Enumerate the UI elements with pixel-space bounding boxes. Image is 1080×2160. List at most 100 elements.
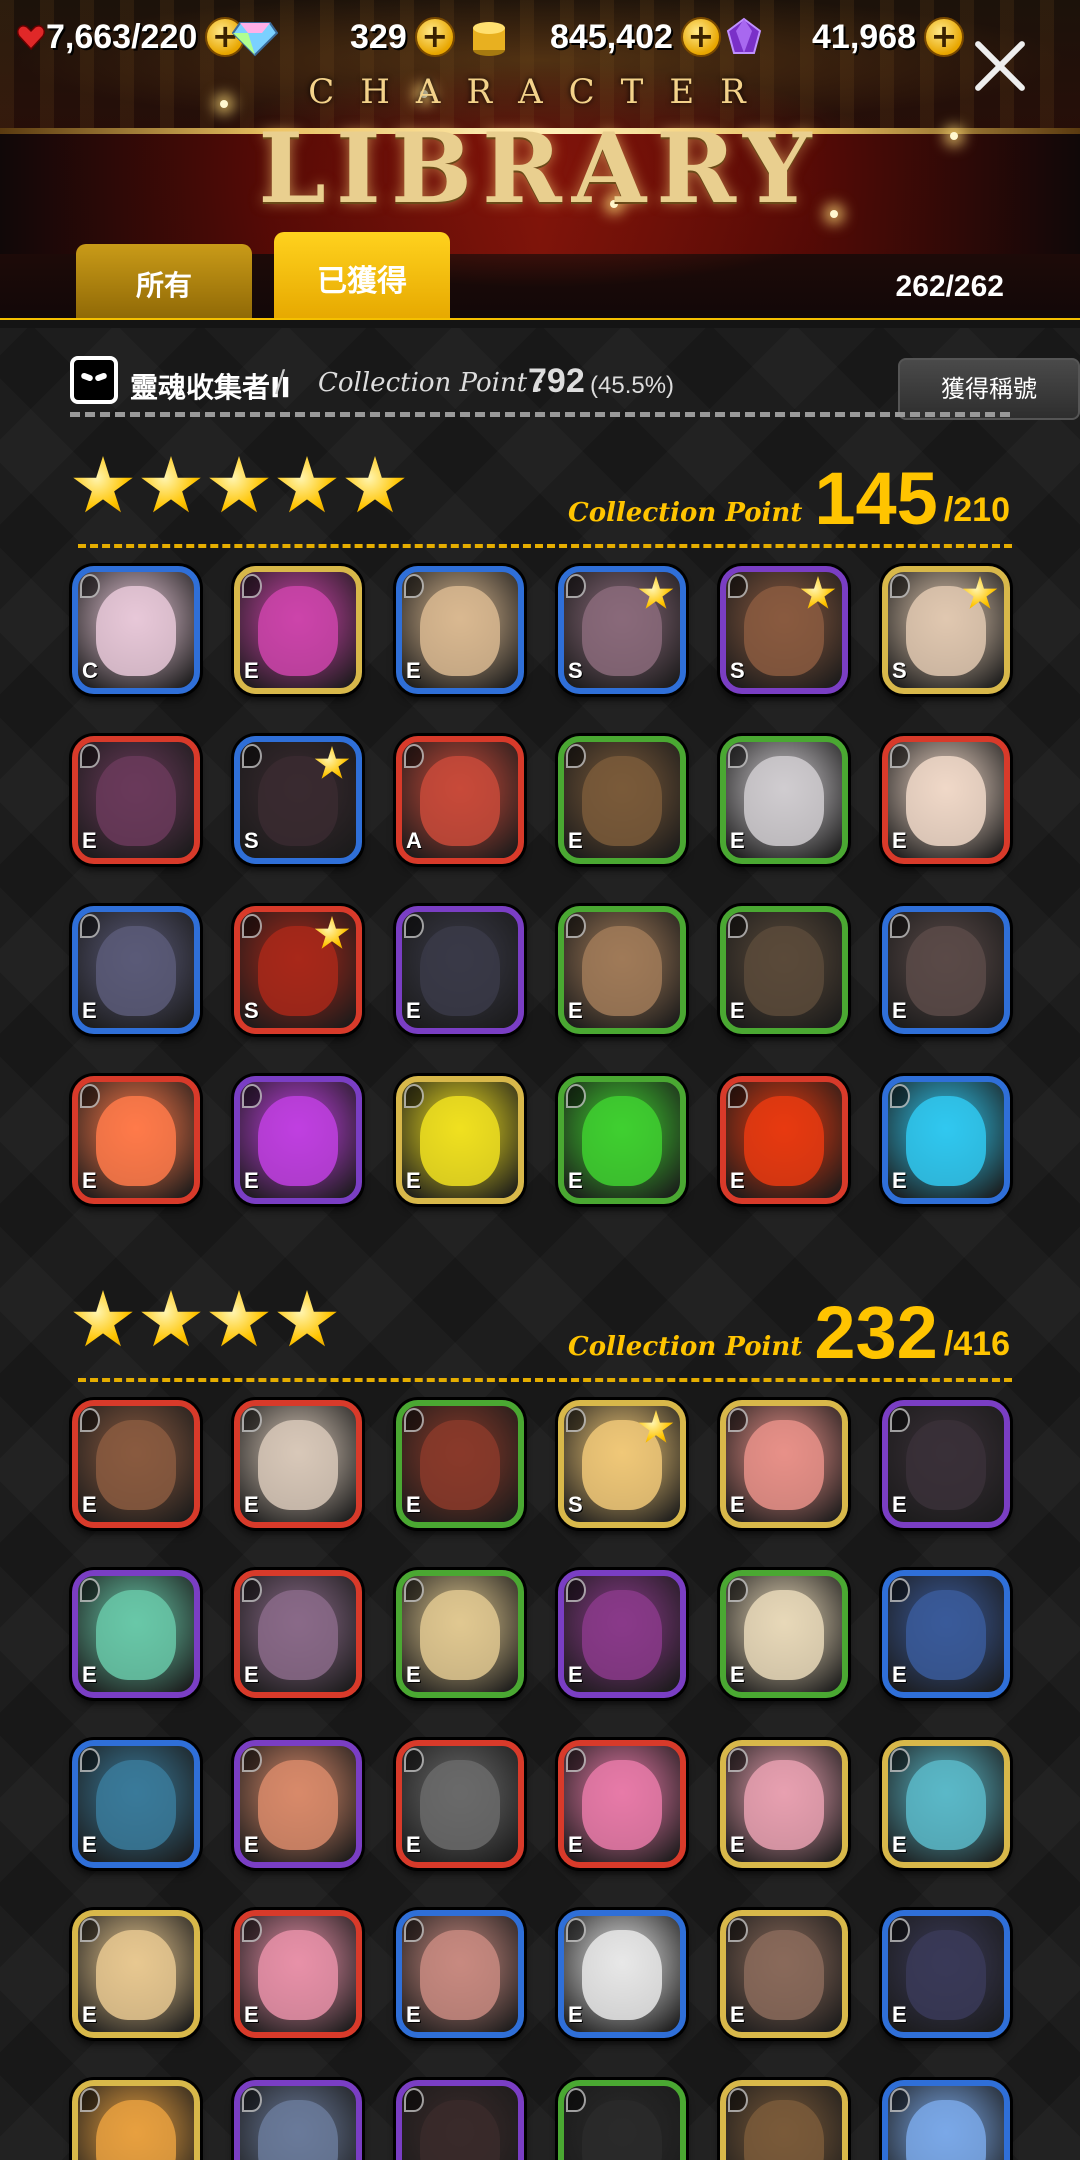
- dark-element-icon: [242, 1084, 262, 1108]
- rank-label: E: [730, 2002, 745, 2027]
- acquire-title-button[interactable]: 獲得稱號: [898, 358, 1080, 420]
- character-card[interactable]: E: [882, 1910, 1010, 2038]
- add-gem-button[interactable]: +: [414, 17, 455, 57]
- character-card[interactable]: E: [72, 1570, 200, 1698]
- character-portrait: [96, 2100, 176, 2160]
- star-icon: [209, 456, 269, 513]
- character-card[interactable]: E: [882, 1400, 1010, 1528]
- tab-owned[interactable]: 已獲得: [274, 232, 450, 320]
- character-card[interactable]: C: [72, 566, 200, 694]
- light-element-icon: [728, 1918, 748, 1942]
- character-card[interactable]: E: [720, 1910, 848, 2038]
- fire-element-icon: [242, 1408, 262, 1432]
- dark-element-icon: [242, 2088, 262, 2112]
- character-card[interactable]: E: [72, 1076, 200, 1204]
- section-cp-label: Collection Point: [568, 498, 803, 528]
- character-portrait: [96, 926, 176, 1016]
- character-card[interactable]: E: [396, 1400, 524, 1528]
- character-card[interactable]: E: [234, 1570, 362, 1698]
- character-portrait: [744, 756, 824, 846]
- water-element-icon: [890, 1918, 910, 1942]
- star-icon: [345, 456, 405, 513]
- character-card[interactable]: E: [558, 906, 686, 1034]
- section-cp-max: /416: [943, 1325, 1010, 1363]
- character-card[interactable]: E: [882, 2080, 1010, 2160]
- add-soul-button[interactable]: +: [924, 17, 964, 57]
- character-card[interactable]: E: [234, 1910, 362, 2038]
- character-card[interactable]: E: [558, 736, 686, 864]
- character-card[interactable]: E: [72, 1400, 200, 1528]
- rank-label: E: [406, 1662, 421, 1687]
- character-card[interactable]: E: [72, 1740, 200, 1868]
- character-card[interactable]: E: [720, 1076, 848, 1204]
- page-title: LIBRARY: [258, 112, 822, 225]
- character-card[interactable]: S: [720, 566, 848, 694]
- character-card[interactable]: S: [234, 906, 362, 1034]
- character-portrait: [582, 2100, 662, 2160]
- collector-title: 靈魂收集者II: [130, 371, 291, 404]
- character-card[interactable]: E: [72, 2080, 200, 2160]
- close-button[interactable]: [970, 36, 1030, 96]
- character-card[interactable]: E: [720, 736, 848, 864]
- character-portrait: [744, 1420, 824, 1510]
- character-card[interactable]: E: [234, 1400, 362, 1528]
- heart-icon: [16, 25, 46, 51]
- fire-element-icon: [242, 1578, 262, 1602]
- stamina-counter: 7,663 /220 +: [16, 12, 246, 62]
- collection-count: 262/262: [895, 270, 1004, 303]
- character-portrait: [96, 1760, 176, 1850]
- character-card[interactable]: E: [396, 1910, 524, 2038]
- stamina-value: 7,663: [46, 17, 132, 56]
- wood-element-icon: [566, 914, 586, 938]
- character-card[interactable]: E: [882, 1740, 1010, 1868]
- rank-label: E: [82, 1662, 97, 1687]
- character-card[interactable]: E: [396, 566, 524, 694]
- character-card[interactable]: E: [234, 1740, 362, 1868]
- character-card[interactable]: E: [882, 736, 1010, 864]
- character-card[interactable]: E: [72, 736, 200, 864]
- character-card[interactable]: S: [882, 566, 1010, 694]
- character-card[interactable]: E: [558, 2080, 686, 2160]
- character-card[interactable]: E: [396, 1076, 524, 1204]
- light-element-icon: [242, 574, 262, 598]
- add-coin-button[interactable]: +: [680, 17, 721, 57]
- character-card[interactable]: E: [396, 1740, 524, 1868]
- character-card[interactable]: E: [720, 1570, 848, 1698]
- character-card[interactable]: S: [234, 736, 362, 864]
- character-card[interactable]: E: [396, 906, 524, 1034]
- character-card[interactable]: E: [396, 2080, 524, 2160]
- character-card[interactable]: E: [396, 1570, 524, 1698]
- dark-element-icon: [890, 1408, 910, 1432]
- gem-icon: [232, 22, 278, 57]
- character-card[interactable]: E: [882, 1570, 1010, 1698]
- library-list[interactable]: 靈魂收集者II / Collection Point : 792 (45.5%)…: [0, 328, 1080, 2160]
- character-portrait: [96, 1096, 176, 1186]
- dark-element-icon: [728, 574, 748, 598]
- character-card[interactable]: E: [558, 1570, 686, 1698]
- character-card[interactable]: A: [396, 736, 524, 864]
- character-card[interactable]: E: [882, 906, 1010, 1034]
- character-card[interactable]: E: [558, 1076, 686, 1204]
- character-card[interactable]: S: [558, 566, 686, 694]
- character-portrait: [96, 756, 176, 846]
- rank-label: E: [568, 2002, 583, 2027]
- character-card[interactable]: E: [234, 2080, 362, 2160]
- water-element-icon: [890, 1084, 910, 1108]
- character-portrait: [906, 1760, 986, 1850]
- tab-all[interactable]: 所有: [76, 244, 252, 320]
- wood-element-icon: [404, 1408, 424, 1432]
- character-card[interactable]: E: [882, 1076, 1010, 1204]
- character-card[interactable]: E: [720, 1400, 848, 1528]
- character-card[interactable]: E: [720, 2080, 848, 2160]
- character-portrait: [420, 2100, 500, 2160]
- character-card[interactable]: E: [72, 1910, 200, 2038]
- character-card[interactable]: E: [720, 906, 848, 1034]
- character-card[interactable]: S: [558, 1400, 686, 1528]
- character-card[interactable]: E: [720, 1740, 848, 1868]
- character-card[interactable]: E: [558, 1910, 686, 2038]
- character-card[interactable]: E: [234, 566, 362, 694]
- character-card[interactable]: E: [234, 1076, 362, 1204]
- character-card[interactable]: E: [558, 1740, 686, 1868]
- character-portrait: [744, 1096, 824, 1186]
- character-card[interactable]: E: [72, 906, 200, 1034]
